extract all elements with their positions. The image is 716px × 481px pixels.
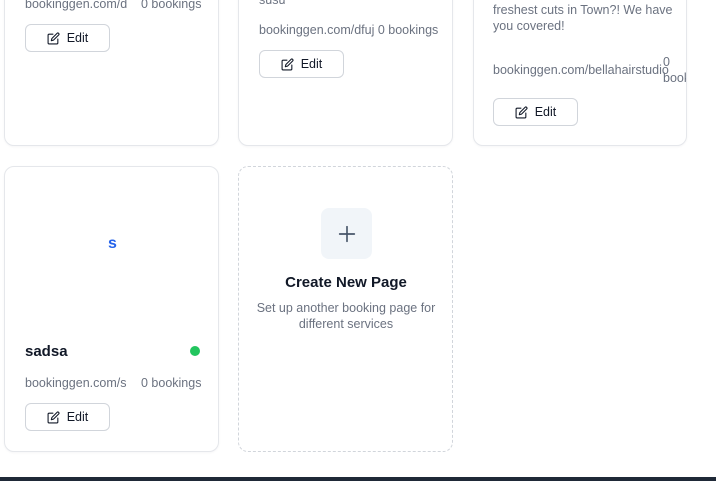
create-page-subtitle-line2: different services <box>298 317 394 331</box>
page-url-bookings: bookinggen.com/dfuj 0 bookings <box>259 23 439 37</box>
booking-page-card: Looking for the fanciest and the freshes… <box>473 0 687 146</box>
page-name: susu <box>259 0 286 7</box>
plus-icon <box>338 225 355 242</box>
edit-label: Edit <box>66 31 89 45</box>
booking-page-card: susu bookinggen.com/dfuj 0 bookings Edit <box>238 0 453 146</box>
create-page-title: Create New Page <box>285 274 407 291</box>
page-initial-logo: s <box>108 235 117 252</box>
plus-button[interactable] <box>321 208 372 259</box>
page-url: bookinggen.com/s <box>25 376 127 390</box>
booking-count-label: book <box>663 71 686 85</box>
create-new-page-card[interactable]: Create New Page Set up another booking p… <box>238 166 453 452</box>
edit-button[interactable]: Edit <box>25 24 110 52</box>
page-description: Looking for the fanciest and the freshes… <box>493 2 673 34</box>
edit-label: Edit <box>300 57 323 71</box>
bottom-edge-bar <box>0 477 716 481</box>
booking-page-card: bookinggen.com/d 0 bookings Edit <box>4 0 219 146</box>
edit-button[interactable]: Edit <box>25 403 110 431</box>
status-indicator <box>190 346 200 356</box>
edit-icon <box>281 57 294 70</box>
edit-button[interactable]: Edit <box>259 50 344 78</box>
booking-count: 0 <box>663 55 670 69</box>
page-title: sadsa <box>25 343 68 360</box>
edit-button[interactable]: Edit <box>493 98 578 126</box>
page-url: bookinggen.com/bellahairstudio <box>493 63 669 77</box>
booking-count: 0 bookings <box>141 0 202 11</box>
create-page-subtitle-line1: Set up another booking page for <box>256 301 436 315</box>
edit-label: Edit <box>534 105 557 119</box>
edit-icon <box>47 31 60 44</box>
booking-count: 0 bookings <box>141 376 202 390</box>
page-url: bookinggen.com/d <box>25 0 128 11</box>
edit-label: Edit <box>66 410 89 424</box>
edit-icon <box>515 105 528 118</box>
edit-icon <box>47 410 60 423</box>
booking-pages-grid: bookinggen.com/d 0 bookings Edit susu bo… <box>0 0 716 481</box>
booking-page-card: s sadsa bookinggen.com/s 0 bookings Edit <box>4 166 219 452</box>
